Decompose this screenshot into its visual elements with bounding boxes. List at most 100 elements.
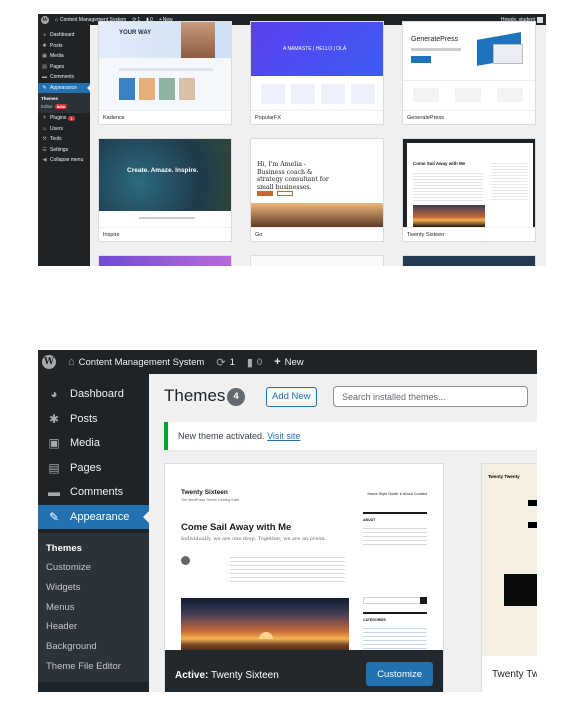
wordpress-logo-icon[interactable]: W	[42, 355, 56, 369]
preview-widget-categories: CATEGORIES	[363, 612, 427, 649]
preview-paragraph	[230, 554, 345, 584]
theme-hero-text: GeneratePress	[411, 36, 459, 43]
comments-link[interactable]: ▮ 0	[247, 356, 262, 369]
sidebar-item-comments[interactable]: ▬ Comments	[38, 480, 149, 504]
submenu-item-header[interactable]: Header	[46, 617, 149, 637]
sidebar-item-label: Media	[50, 53, 64, 60]
appearance-submenu: Themes Customize Widgets Menus Header Backgro…	[38, 532, 149, 683]
users-icon: ☺	[41, 125, 48, 132]
submenu-item-themes[interactable]: Themes	[46, 539, 149, 559]
sidebar-item-users[interactable]: ☺ Users	[38, 124, 90, 135]
sidebar-item-media[interactable]: ▣ Media	[38, 51, 90, 62]
sidebar-item-dashboard[interactable]: ◕ Dashboard	[38, 30, 90, 41]
theme-card-inspire[interactable]: Create. Amaze. Inspire. Inspire	[98, 138, 232, 242]
beta-badge: beta	[54, 104, 67, 109]
sidebar-item-label: Appearance	[50, 84, 77, 91]
admin-sidebar: ◕ Dashboard ✱ Posts ▣ Media ▤ Pages ▬ Comments ✎ Ap…	[38, 25, 90, 266]
theme-card-go[interactable]: Hi, I'm Amelia - Business coach & strate…	[250, 138, 384, 242]
preview-tagline: The WordPress Theme Gaming Suite	[181, 498, 240, 502]
main-content: Themes 4 Add New New theme activated. Vi…	[149, 374, 537, 692]
refresh-icon: ⟳	[216, 356, 226, 369]
sidebar-item-label: Dashboard	[70, 388, 124, 400]
preview-search-box	[363, 597, 427, 604]
sidebar-item-appearance[interactable]: ✎ Appearance	[38, 504, 149, 529]
theme-screenshot: YOUR WAY	[99, 22, 231, 110]
preview-excerpt: Individually, we are one drop. Together,…	[181, 536, 327, 542]
sidebar-item-label: Collapse menu	[50, 157, 84, 164]
theme-card-partial[interactable]	[402, 255, 536, 266]
submenu-item-theme-file-editor[interactable]: Theme File Editor	[46, 657, 149, 677]
sidebar-item-label: Users	[50, 125, 64, 132]
submenu-item-widgets[interactable]: Widgets	[46, 578, 149, 598]
sidebar-item-plugins[interactable]: ⚘ Plugins 1	[38, 113, 90, 124]
sidebar-item-posts[interactable]: ✱ Posts	[38, 407, 149, 431]
site-name-link[interactable]: ⌂ Content Management System	[68, 356, 204, 368]
theme-screenshot: GeneratePress	[403, 22, 535, 110]
pages-icon: ▤	[48, 460, 60, 475]
comment-icon: ▬	[48, 485, 60, 499]
tools-icon: ⚒	[42, 136, 47, 143]
sidebar-item-posts[interactable]: ✱ Posts	[38, 41, 90, 52]
add-new-button[interactable]: Add New	[266, 387, 317, 407]
new-content-link[interactable]: + New	[274, 356, 303, 368]
sidebar-item-comments[interactable]: ▬ Comments	[38, 72, 90, 83]
sidebar-item-label: Comments	[70, 486, 124, 498]
theme-card-twenty-twenty[interactable]: Twenty Twenty Twenty Twenty	[481, 463, 537, 692]
active-theme-card[interactable]: Twenty Sixteen The WordPress Theme Gamin…	[164, 463, 444, 692]
home-icon: ⌂	[68, 356, 75, 368]
collapse-icon: ◀	[42, 157, 47, 164]
plus-icon: +	[274, 356, 281, 368]
search-input[interactable]	[333, 386, 528, 407]
theme-card-popularfx[interactable]: A NAMASTE | HELLO | OLÁ PopularFX	[250, 21, 384, 125]
sidebar-item-label: Settings	[50, 146, 69, 153]
submenu-item-editor[interactable]: Editor beta	[41, 103, 90, 111]
admin-bar: W ⌂ Content Management System ⟳ 1 ▮ 0 + New	[38, 350, 537, 374]
sidebar-item-label: Pages	[50, 63, 65, 70]
wordpress-logo-icon[interactable]: W	[41, 15, 49, 24]
update-count-badge: 1	[68, 115, 75, 121]
preview-avatar	[181, 556, 190, 565]
sidebar-item-media[interactable]: ▣ Media	[38, 431, 149, 455]
sidebar-item-collapse-menu[interactable]: ◀ Collapse menu	[38, 155, 90, 166]
updates-link[interactable]: ⟳ 1	[216, 356, 235, 369]
comment-icon: ▬	[42, 74, 47, 81]
sidebar-item-label: Posts	[50, 42, 63, 49]
theme-name: Go	[251, 227, 383, 241]
sidebar-item-dashboard[interactable]: ◕ Dashboard	[38, 382, 149, 406]
sidebar-item-label: Comments	[50, 74, 75, 81]
sidebar-item-label: Dashboard	[50, 32, 75, 39]
sidebar-item-appearance[interactable]: ✎ Appearance	[38, 82, 90, 93]
theme-screenshot: Create. Amaze. Inspire.	[99, 139, 231, 227]
sidebar-item-pages[interactable]: ▤ Pages	[38, 456, 149, 480]
media-icon: ▣	[48, 436, 60, 450]
sidebar-item-tools[interactable]: ⚒ Tools	[38, 134, 90, 145]
theme-screenshot: Twenty Sixteen The WordPress Theme Gamin…	[165, 464, 443, 658]
preview-hero-image	[181, 598, 349, 658]
theme-card-twenty-sixteen[interactable]: Come Sail Away with Me Twenty Sixteen	[402, 138, 536, 242]
customize-button[interactable]: Customize	[366, 662, 433, 686]
themes-page-screenshot: W ⌂ Content Management System ⟳ 1 ▮ 0 + New …	[38, 350, 537, 692]
theme-name: Twenty Sixteen	[403, 227, 535, 241]
submenu-item-menus[interactable]: Menus	[46, 598, 149, 618]
preview-widget-about: ABOUT	[363, 512, 427, 547]
visit-site-link[interactable]: Visit site	[267, 431, 300, 441]
theme-card-generatepress[interactable]: GeneratePress GeneratePress	[402, 21, 536, 125]
preview-post-title: Come Sail Away with Me	[181, 522, 292, 533]
sidebar-item-label: Posts	[70, 412, 98, 425]
theme-card-partial[interactable]	[250, 255, 384, 266]
sidebar-item-pages[interactable]: ▤ Pages	[38, 62, 90, 73]
theme-card-kadence[interactable]: YOUR WAY Kadence	[98, 21, 232, 125]
theme-screenshot: Hi, I'm Amelia - Business coach & strate…	[251, 139, 383, 227]
submenu-item-background[interactable]: Background	[46, 637, 149, 657]
submenu-item-customize[interactable]: Customize	[46, 558, 149, 578]
theme-name: Twenty Twenty	[492, 669, 537, 680]
brush-icon: ✎	[48, 509, 60, 524]
theme-card-partial[interactable]	[98, 255, 232, 266]
theme-screenshot: A NAMASTE | HELLO | OLÁ	[251, 22, 383, 110]
submenu-item-themes[interactable]: Themes	[41, 95, 90, 103]
theme-count-badge: 4	[227, 388, 245, 406]
theme-hero-text: Hi, I'm Amelia - Business coach & strate…	[257, 161, 329, 191]
pin-icon: ✱	[48, 411, 60, 426]
sidebar-item-settings[interactable]: ☰ Settings	[38, 145, 90, 156]
admin-sidebar: ◕ Dashboard ✱ Posts ▣ Media ▤ Pages ▬ Comments ✎ Ap…	[38, 374, 149, 692]
